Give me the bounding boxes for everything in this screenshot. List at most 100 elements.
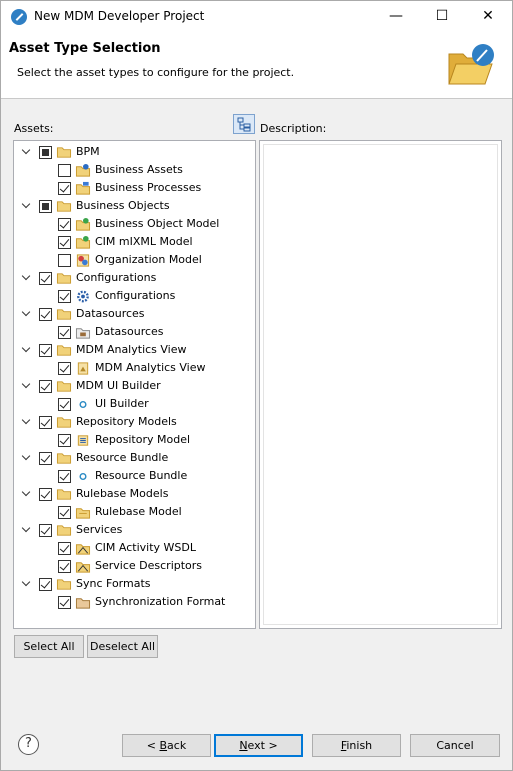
asset-checkbox[interactable] [58,362,71,375]
expand-chevron-icon[interactable] [22,381,31,390]
asset-checkbox[interactable] [39,452,52,465]
tree-item-row[interactable]: CIM Activity WSDL [14,539,254,557]
asset-checkbox[interactable] [58,236,71,249]
tree-category-row[interactable]: Services [14,521,254,539]
expand-chevron-icon[interactable] [22,525,31,534]
tree-item-row[interactable]: Business Object Model [14,215,254,233]
asset-checkbox[interactable] [58,326,71,339]
folder-icon [56,453,72,464]
next-button[interactable]: Next > [214,734,303,757]
asset-checkbox[interactable] [58,542,71,555]
asset-checkbox[interactable] [39,146,52,159]
tree-item-row[interactable]: MDM Analytics View [14,359,254,377]
tree-item-row[interactable]: Rulebase Model [14,503,254,521]
tree-category-row[interactable]: MDM Analytics View [14,341,254,359]
tree-item-label: Business Assets [95,163,183,176]
datasource-icon [75,328,91,339]
asset-checkbox[interactable] [58,290,71,303]
business-assets-icon [75,163,91,177]
asset-checkbox[interactable] [39,308,52,321]
app-icon [11,9,27,25]
repository-model-icon [77,435,89,446]
tree-item-row[interactable]: Organization Model [14,251,254,269]
tree-category-row[interactable]: Rulebase Models [14,485,254,503]
page-title: Asset Type Selection [9,41,161,56]
folder-icon [56,147,72,158]
tree-category-row[interactable]: Business Objects [14,197,254,215]
help-icon[interactable]: ? [18,734,39,755]
asset-checkbox[interactable] [58,182,71,195]
close-icon[interactable]: ✕ [465,1,511,32]
tree-item-row[interactable]: UI Builder [14,395,254,413]
tree-item-label: MDM UI Builder [76,379,161,392]
tree-item-label: Configurations [76,271,157,284]
back-button[interactable]: < Back [122,734,211,757]
cancel-button[interactable]: Cancel [410,734,500,757]
asset-checkbox[interactable] [58,254,71,267]
asset-checkbox[interactable] [39,344,52,357]
wizard-folder-icon [448,44,494,85]
analytics-view-icon [77,362,89,375]
tree-category-row[interactable]: Sync Formats [14,575,254,593]
tree-category-row[interactable]: MDM UI Builder [14,377,254,395]
asset-checkbox[interactable] [39,488,52,501]
asset-checkbox[interactable] [39,578,52,591]
tree-item-label: Services [76,523,123,536]
expand-chevron-icon[interactable] [22,309,31,318]
tree-item-row[interactable]: Service Descriptors [14,557,254,575]
deselect-all-button[interactable]: Deselect All [87,635,158,658]
asset-checkbox[interactable] [58,164,71,177]
tree-item-row[interactable]: Configurations [14,287,254,305]
tree-category-row[interactable]: BPM [14,143,254,161]
tree-category-row[interactable]: Resource Bundle [14,449,254,467]
select-all-button[interactable]: Select All [14,635,84,658]
asset-checkbox[interactable] [58,218,71,231]
asset-checkbox[interactable] [39,200,52,213]
tree-category-row[interactable]: Configurations [14,269,254,287]
asset-checkbox[interactable] [39,524,52,537]
asset-checkbox[interactable] [58,506,71,519]
expand-chevron-icon[interactable] [22,417,31,426]
asset-checkbox[interactable] [58,470,71,483]
asset-checkbox[interactable] [58,560,71,573]
tree-item-label: Synchronization Format [95,595,226,608]
tree-item-label: MDM Analytics View [95,361,206,374]
minimize-icon[interactable]: — [373,1,419,32]
tree-view-toggle-button[interactable] [233,114,255,134]
tree-item-label: Configurations [95,289,176,302]
tree-item-label: UI Builder [95,397,149,410]
asset-checkbox[interactable] [58,398,71,411]
tree-category-row[interactable]: Datasources [14,305,254,323]
assets-tree[interactable]: BPM Business Assets Business Processes Busi… [13,140,256,629]
expand-chevron-icon[interactable] [22,345,31,354]
expand-chevron-icon[interactable] [22,147,31,156]
tree-item-row[interactable]: CIM mIXML Model [14,233,254,251]
expand-chevron-icon[interactable] [22,489,31,498]
tree-item-label: Rulebase Models [76,487,169,500]
tree-item-row[interactable]: Business Assets [14,161,254,179]
expand-chevron-icon[interactable] [22,579,31,588]
tree-category-row[interactable]: Repository Models [14,413,254,431]
folder-icon [56,345,72,356]
tree-item-label: CIM Activity WSDL [95,541,197,554]
tree-item-label: Service Descriptors [95,559,203,572]
expand-chevron-icon[interactable] [22,201,31,210]
tree-item-row[interactable]: Datasources [14,323,254,341]
asset-checkbox[interactable] [58,596,71,609]
maximize-icon[interactable]: ☐ [419,1,465,32]
tree-item-row[interactable]: Synchronization Format [14,593,254,611]
tree-item-row[interactable]: Resource Bundle [14,467,254,485]
asset-checkbox[interactable] [58,434,71,447]
expand-chevron-icon[interactable] [22,453,31,462]
tree-item-row[interactable]: Business Processes [14,179,254,197]
tree-item-label: Datasources [76,307,145,320]
asset-checkbox[interactable] [39,272,52,285]
finish-button[interactable]: Finish [312,734,401,757]
asset-checkbox[interactable] [39,416,52,429]
configuration-gear-icon [77,290,89,303]
tree-item-row[interactable]: Repository Model [14,431,254,449]
tree-item-label: Sync Formats [76,577,151,590]
asset-checkbox[interactable] [39,380,52,393]
expand-chevron-icon[interactable] [22,273,31,282]
hierarchy-icon [237,117,251,132]
